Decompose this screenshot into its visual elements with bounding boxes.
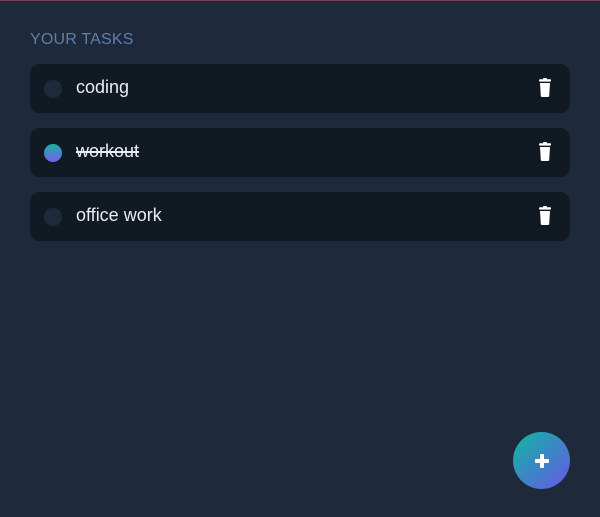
task-toggle-checkbox[interactable] [44, 144, 62, 162]
plus-icon [534, 453, 549, 468]
task-label: workout [76, 141, 140, 161]
task-item-office-work[interactable]: office work [30, 192, 570, 241]
task-toggle-checkbox[interactable] [44, 208, 62, 226]
trash-icon[interactable] [538, 206, 552, 225]
task-label: coding [76, 77, 130, 97]
task-panel: YOUR TASKS coding workout office work [0, 0, 600, 517]
task-list: coding workout office work [30, 64, 570, 256]
task-label: office work [76, 205, 162, 225]
trash-icon[interactable] [538, 78, 552, 97]
trash-icon[interactable] [538, 142, 552, 161]
page-title: YOUR TASKS [30, 31, 134, 48]
task-toggle-checkbox[interactable] [44, 80, 62, 98]
task-item-coding[interactable]: coding [30, 64, 570, 113]
task-item-workout[interactable]: workout [30, 128, 570, 177]
add-task-button[interactable] [513, 432, 570, 489]
